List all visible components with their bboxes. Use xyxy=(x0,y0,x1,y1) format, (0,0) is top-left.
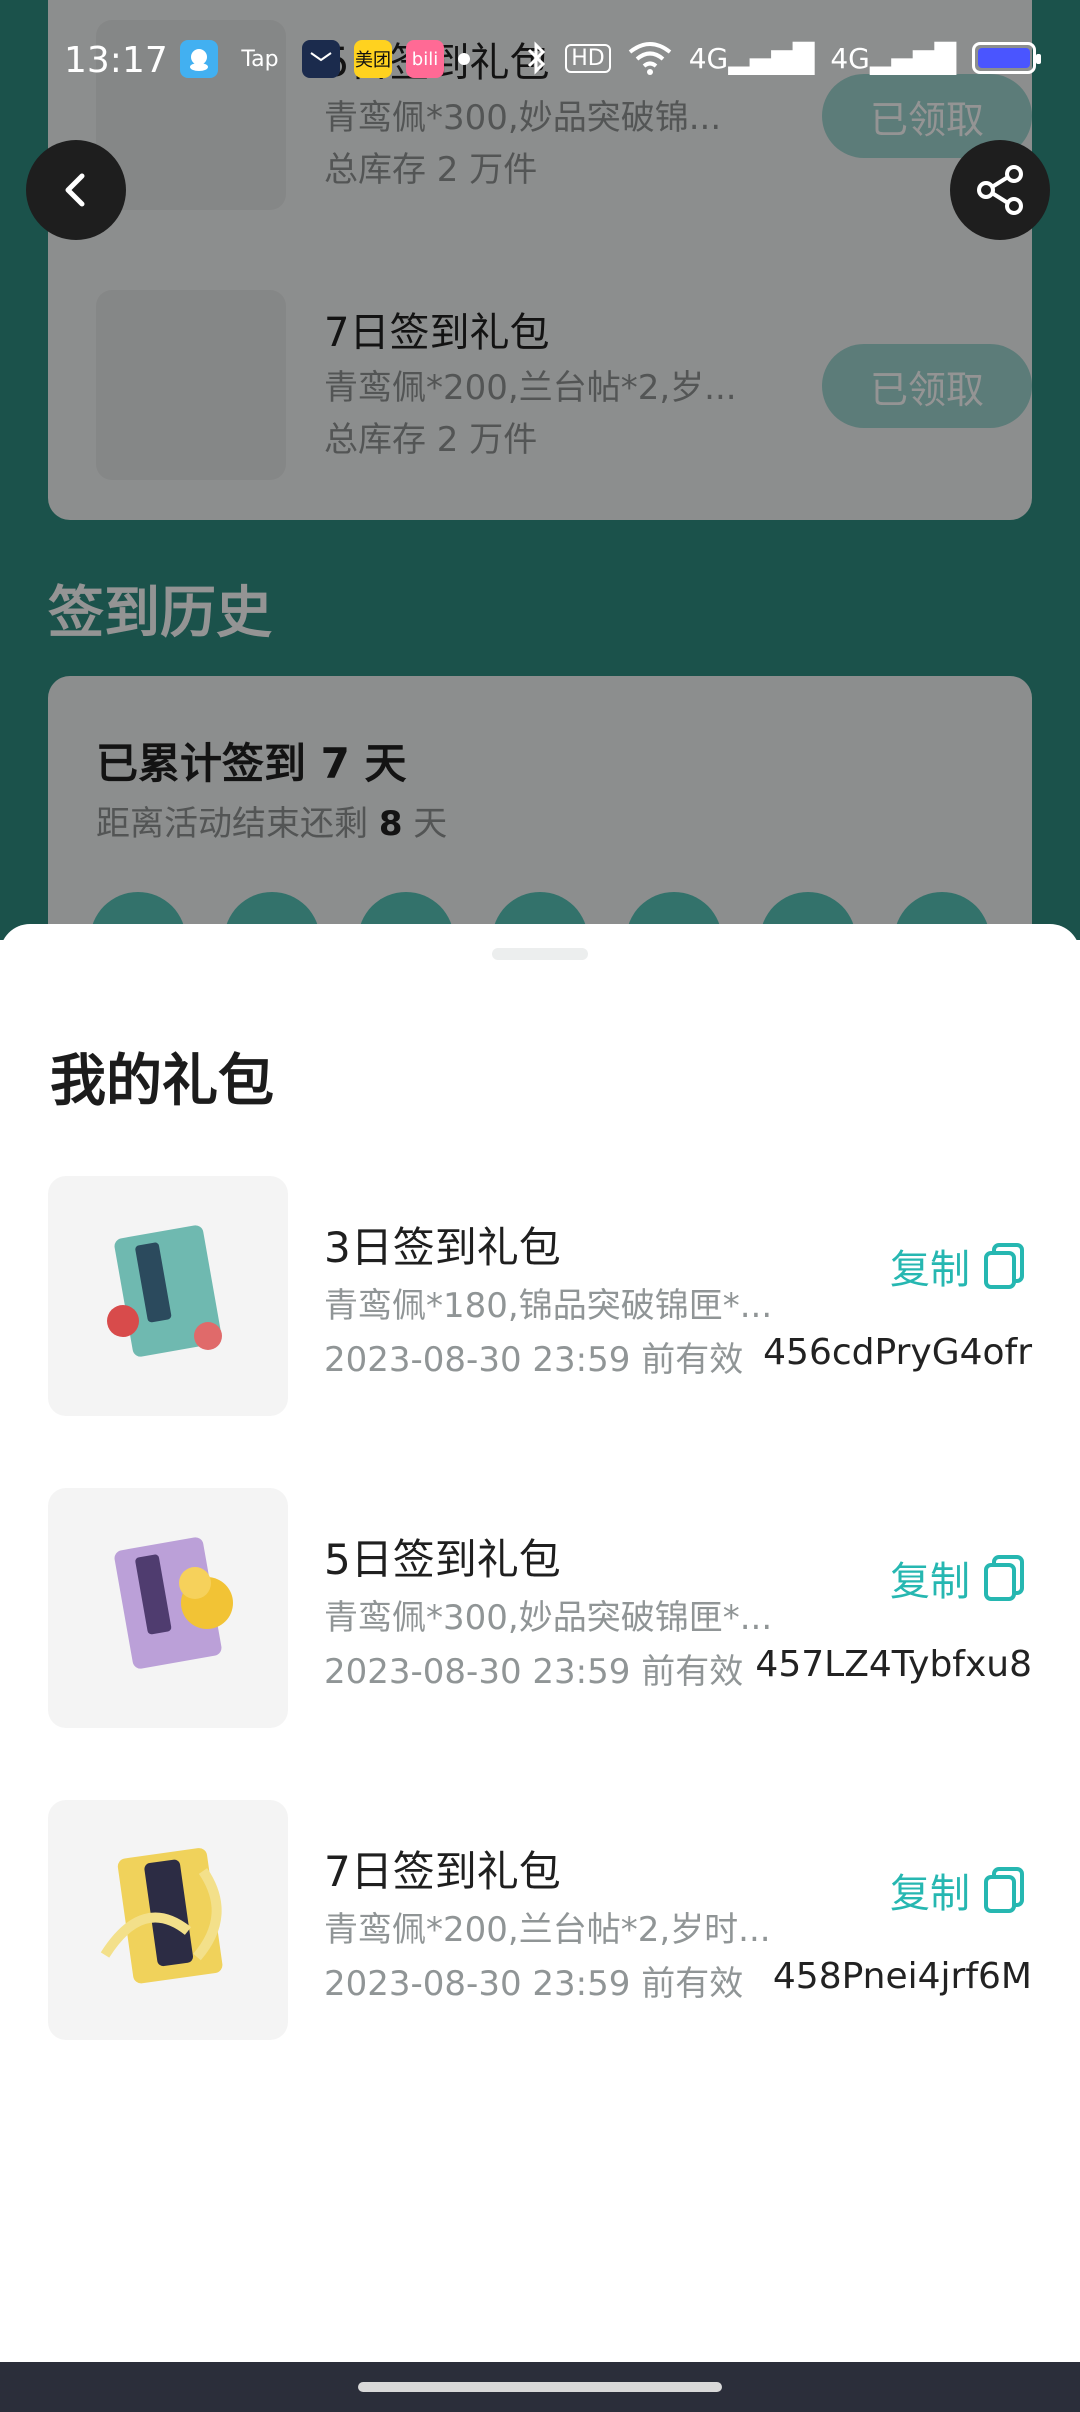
tap-icon: Tap xyxy=(241,46,279,72)
gift-code: 458Pnei4jrf6M xyxy=(772,1956,1032,1997)
net-label-1: 4G xyxy=(688,41,729,75)
copy-icon xyxy=(984,1867,1024,1913)
copy-button[interactable]: 复制 xyxy=(890,1860,1026,1920)
battery-icon xyxy=(972,42,1041,74)
sheet-title: 我的礼包 xyxy=(50,1049,274,1114)
home-indicator[interactable] xyxy=(358,2382,722,2392)
copy-label: 复制 xyxy=(890,1247,970,1293)
copy-button[interactable]: 复制 xyxy=(890,1548,1026,1608)
gift-title: 7日签到礼包 xyxy=(324,1847,561,1896)
gift-expiry: 2023-08-30 23:59 前有效 xyxy=(324,1340,744,1380)
net-label-2: 4G xyxy=(830,41,870,75)
notification-dot-icon xyxy=(458,53,470,65)
wifi-icon xyxy=(628,42,671,75)
gift-desc: 青鸾佩*180,锦品突破锦匣*... xyxy=(324,1286,773,1326)
qq-icon xyxy=(180,40,218,78)
gift-item: 3日签到礼包 青鸾佩*180,锦品突破锦匣*... 2023-08-30 23:… xyxy=(48,1176,1032,1416)
hd-icon: HD xyxy=(565,43,611,73)
gift-title: 3日签到礼包 xyxy=(324,1223,561,1272)
system-navigation-bar xyxy=(0,2362,1080,2412)
gift-card-icon xyxy=(107,1225,222,1357)
gift-card-icon xyxy=(114,1537,233,1669)
gift-card-icon xyxy=(100,1848,223,1984)
signal-4g-icon-1: 4G▂▄▆█ xyxy=(688,41,815,75)
status-right-icons: HD 4G▂▄▆█ 4G▂▄▆█ xyxy=(525,40,1041,76)
gift-expiry: 2023-08-30 23:59 前有效 xyxy=(324,1652,744,1692)
modal-dim-overlay[interactable] xyxy=(0,0,1080,940)
background-page: 5日签到礼包 青鸾佩*300,妙品突破锦... 总库存 2 万件 已领取 7日签… xyxy=(0,0,1080,940)
copy-icon xyxy=(984,1243,1024,1289)
copy-button[interactable]: 复制 xyxy=(890,1236,1026,1296)
gift-item: 5日签到礼包 青鸾佩*300,妙品突破锦匣*... 2023-08-30 23:… xyxy=(48,1488,1032,1728)
back-button[interactable] xyxy=(26,140,126,240)
copy-label: 复制 xyxy=(890,1871,970,1917)
gift-expiry: 2023-08-30 23:59 前有效 xyxy=(324,1964,744,2004)
my-gifts-sheet: 我的礼包 3日签到礼包 青鸾佩*180,锦品突破锦匣*... 2023-08-3… xyxy=(0,924,1080,2362)
copy-icon xyxy=(984,1555,1024,1601)
copy-label: 复制 xyxy=(890,1559,970,1605)
gift-thumbnail xyxy=(48,1800,288,2040)
mail-icon xyxy=(302,40,340,78)
gift-item: 7日签到礼包 青鸾佩*200,兰台帖*2,岁时... 2023-08-30 23… xyxy=(48,1800,1032,2040)
gift-code: 456cdPryG4ofr xyxy=(763,1332,1032,1373)
gift-title: 5日签到礼包 xyxy=(324,1535,561,1584)
gift-desc: 青鸾佩*200,兰台帖*2,岁时... xyxy=(324,1910,771,1950)
chevron-left-icon xyxy=(65,173,85,207)
bluetooth-icon xyxy=(528,41,546,75)
gift-desc: 青鸾佩*300,妙品突破锦匣*... xyxy=(324,1598,773,1638)
share-icon xyxy=(977,165,1023,215)
gift-thumbnail xyxy=(48,1488,288,1728)
share-button[interactable] xyxy=(950,140,1050,240)
status-left-icons: Tap 美团 bili xyxy=(180,40,470,78)
status-bar: 13:17 Tap 美团 bili HD 4G▂▄▆█ 4G▂▄▆█ xyxy=(0,0,1080,124)
sheet-drag-handle[interactable] xyxy=(492,948,588,960)
status-time: 13:17 xyxy=(64,40,168,81)
signal-4g-icon-2: 4G▂▄▆█ xyxy=(830,41,956,75)
gift-code: 457LZ4Tybfxu8 xyxy=(755,1644,1032,1685)
gift-thumbnail xyxy=(48,1176,288,1416)
meituan-icon: 美团 xyxy=(354,40,392,78)
bilibili-icon: bili xyxy=(406,40,444,78)
